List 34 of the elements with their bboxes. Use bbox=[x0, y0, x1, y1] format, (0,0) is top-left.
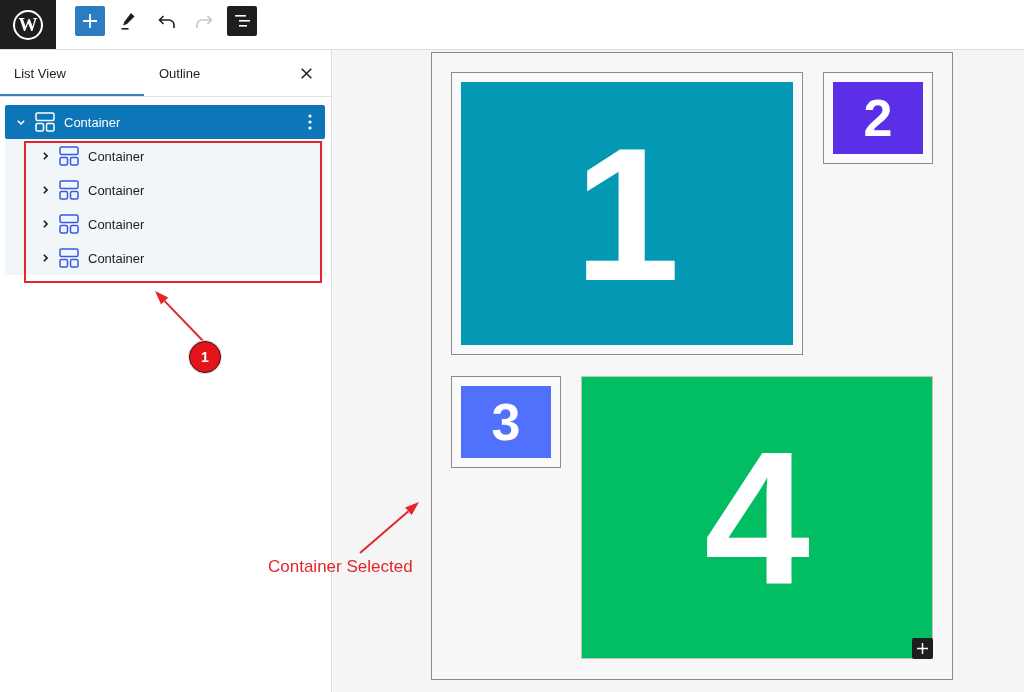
pen-icon bbox=[121, 12, 135, 30]
close-icon bbox=[300, 67, 312, 79]
tree-item[interactable]: Container bbox=[5, 139, 325, 173]
number-block: 1 bbox=[461, 82, 793, 345]
redo-icon bbox=[195, 14, 213, 28]
layout-icon bbox=[59, 214, 79, 234]
arrow-icon bbox=[359, 501, 420, 554]
number-block: 2 bbox=[833, 82, 923, 154]
list-view-button[interactable] bbox=[227, 6, 257, 36]
layout-icon bbox=[59, 146, 79, 166]
add-block-button[interactable] bbox=[912, 638, 933, 659]
layout-icon bbox=[59, 180, 79, 200]
chevron-right-icon[interactable] bbox=[42, 220, 48, 228]
tree-item[interactable]: Container bbox=[5, 173, 325, 207]
layout-icon bbox=[35, 112, 55, 132]
chevron-right-icon[interactable] bbox=[42, 152, 48, 160]
plus-icon bbox=[917, 643, 928, 654]
list-view-icon bbox=[234, 15, 250, 27]
logo[interactable]: W bbox=[0, 0, 56, 49]
tab[interactable]: List View bbox=[0, 50, 144, 96]
number-block: 4 bbox=[582, 377, 932, 658]
layout-icon bbox=[59, 248, 79, 268]
chevron-right-icon[interactable] bbox=[42, 186, 48, 194]
plus-icon bbox=[83, 14, 97, 28]
number-block: 3 bbox=[461, 386, 551, 458]
more-icon[interactable] bbox=[308, 114, 312, 130]
undo-icon bbox=[157, 14, 175, 28]
tree-item[interactable]: Container bbox=[5, 241, 325, 275]
chevron-right-icon[interactable] bbox=[42, 254, 48, 262]
tree-item[interactable]: Container bbox=[5, 105, 325, 139]
annotation-label: Container Selected bbox=[268, 556, 413, 578]
tree-item[interactable]: Container bbox=[5, 207, 325, 241]
tab[interactable]: Outline bbox=[144, 50, 216, 96]
chevron-down-icon[interactable] bbox=[17, 119, 25, 125]
